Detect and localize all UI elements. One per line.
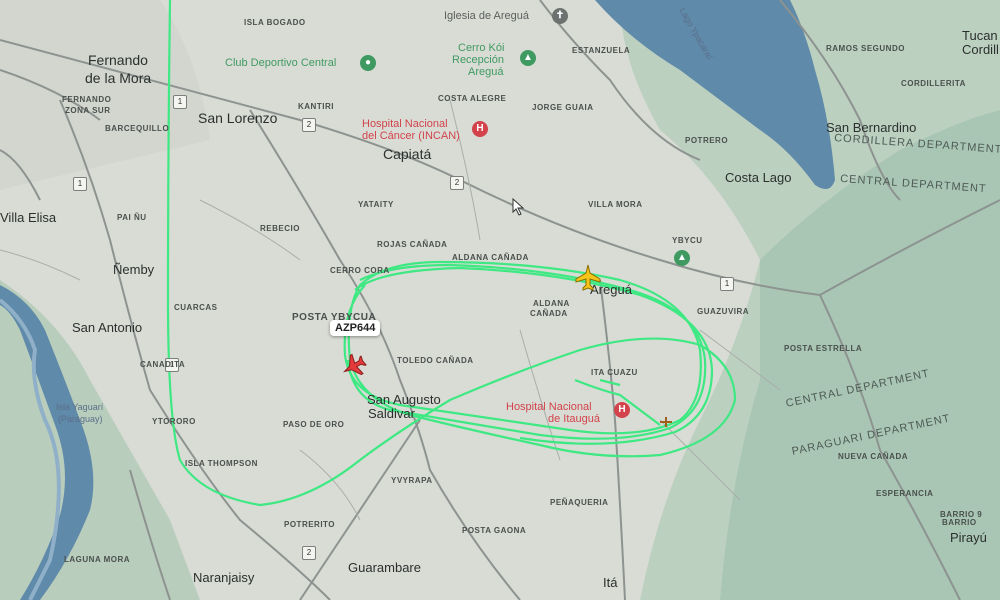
locality-label: ALDANA CAÑADA xyxy=(452,253,529,262)
locality-label: PEÑAQUERIA xyxy=(550,498,609,507)
locality-label: POTRERITO xyxy=(284,520,336,529)
poi-label[interactable]: Hospital Nacional xyxy=(506,401,592,413)
locality-label: FERNANDO xyxy=(62,95,112,104)
town-label: Cordill xyxy=(962,42,999,57)
water-label: (Paraguay) xyxy=(58,414,103,424)
locality-label: ROJAS CAÑADA xyxy=(377,240,448,249)
locality-label: BARRIO 9 xyxy=(940,510,983,519)
town-label: de la Mora xyxy=(85,70,152,86)
park-icon[interactable]: ▲ xyxy=(674,250,690,266)
poi-label[interactable]: Areguá xyxy=(468,66,503,78)
poi-label[interactable]: Hospital Nacional xyxy=(362,118,448,130)
locality-label: NUEVA CAÑADA xyxy=(838,452,908,461)
locality-label: ISLA BOGADO xyxy=(244,18,306,27)
town-label: Ñemby xyxy=(113,262,155,277)
locality-label: CERRO CORA xyxy=(330,266,390,275)
locality-label: LAGUNA MORA xyxy=(64,555,131,564)
route-shield: 2 xyxy=(302,546,316,560)
poi-label[interactable]: de Itauguá xyxy=(548,413,600,425)
locality-label: YBYCU xyxy=(672,236,703,245)
town-label: Pirayú xyxy=(950,530,987,545)
town-label: Fernando xyxy=(88,52,148,68)
poi-label[interactable]: Iglesia de Areguá xyxy=(444,10,529,22)
church-icon[interactable]: ✝ xyxy=(552,8,568,24)
locality-label: VILLA MORA xyxy=(588,200,643,209)
locality-label: POSTA GAONA xyxy=(462,526,527,535)
poi-label[interactable]: del Cáncer (INCAN) xyxy=(362,130,460,142)
poi-label[interactable]: Club Deportivo Central xyxy=(225,57,336,69)
town-label: Guarambare xyxy=(348,560,421,575)
route-shield: 2 xyxy=(450,176,464,190)
locality-label: ITA CUAZU xyxy=(591,368,638,377)
flight-callsign-tag[interactable]: AZP644 xyxy=(330,320,381,336)
locality-label: ISLA THOMPSON xyxy=(185,459,258,468)
water-label: Isla Yaguarí xyxy=(56,402,104,412)
locality-label: KANTIRI xyxy=(298,102,334,111)
town-label: Capiatá xyxy=(383,146,432,162)
hospital-icon[interactable]: H xyxy=(472,121,488,137)
town-label: Saldivar xyxy=(368,406,415,421)
flight-map[interactable]: 1 1 2 2 1 1 2 Fernando de la Mora San Lo… xyxy=(0,0,1000,600)
locality-label: REBECIO xyxy=(260,224,300,233)
town-label: San Antonio xyxy=(72,320,143,335)
poi-label[interactable]: Cerro Kói xyxy=(458,42,504,54)
route-shield: 1 xyxy=(720,277,734,291)
mouse-cursor-icon xyxy=(512,198,525,216)
town-label: San Augusto xyxy=(367,392,441,407)
route-shield: 1 xyxy=(173,95,187,109)
locality-label: COSTA ALEGRE xyxy=(438,94,507,103)
locality-label: YVYRAPA xyxy=(391,476,433,485)
map-base xyxy=(0,0,1000,600)
park-icon[interactable]: ▲ xyxy=(520,50,536,66)
hospital-icon[interactable]: H xyxy=(614,402,630,418)
town-label: San Lorenzo xyxy=(198,110,278,126)
locality-label: YTORORO xyxy=(152,417,196,426)
locality-label: CAÑADA xyxy=(530,309,568,318)
locality-label: CUARCAS xyxy=(174,303,218,312)
town-label: Costa Lago xyxy=(725,170,792,185)
locality-label: ZONA SUR xyxy=(65,106,111,115)
locality-label: RAMOS SEGUNDO xyxy=(826,44,905,53)
town-label: Villa Elisa xyxy=(0,210,57,225)
town-label: Tucan xyxy=(962,28,998,43)
town-label: Areguá xyxy=(590,282,632,297)
route-shield: 1 xyxy=(73,177,87,191)
town-label: Itá xyxy=(603,575,618,590)
town-label: Naranjaisy xyxy=(193,570,255,585)
locality-label: POTRERO xyxy=(685,136,729,145)
locality-label: ESTANZUELA xyxy=(572,46,631,55)
locality-label: BARRIO xyxy=(942,518,977,527)
stadium-icon[interactable]: ● xyxy=(360,55,376,71)
locality-label: PASO DE ORO xyxy=(283,420,345,429)
locality-label: ALDANA xyxy=(533,299,570,308)
locality-label: BARCEQUILLO xyxy=(105,124,170,133)
route-shield: 2 xyxy=(302,118,316,132)
locality-label: CANADITA xyxy=(140,360,186,369)
locality-label: ESPERANCIA xyxy=(876,489,934,498)
poi-label[interactable]: Recepción xyxy=(452,54,504,66)
locality-label: POSTA ESTRELLA xyxy=(784,344,863,353)
locality-label: TOLEDO CAÑADA xyxy=(397,356,474,365)
locality-label: GUAZUVIRA xyxy=(697,307,750,316)
locality-label: JORGE GUAIA xyxy=(532,103,594,112)
locality-label: PAI ÑU xyxy=(117,213,147,222)
locality-label: YATAITY xyxy=(358,200,394,209)
locality-label: CORDILLERITA xyxy=(901,79,966,88)
